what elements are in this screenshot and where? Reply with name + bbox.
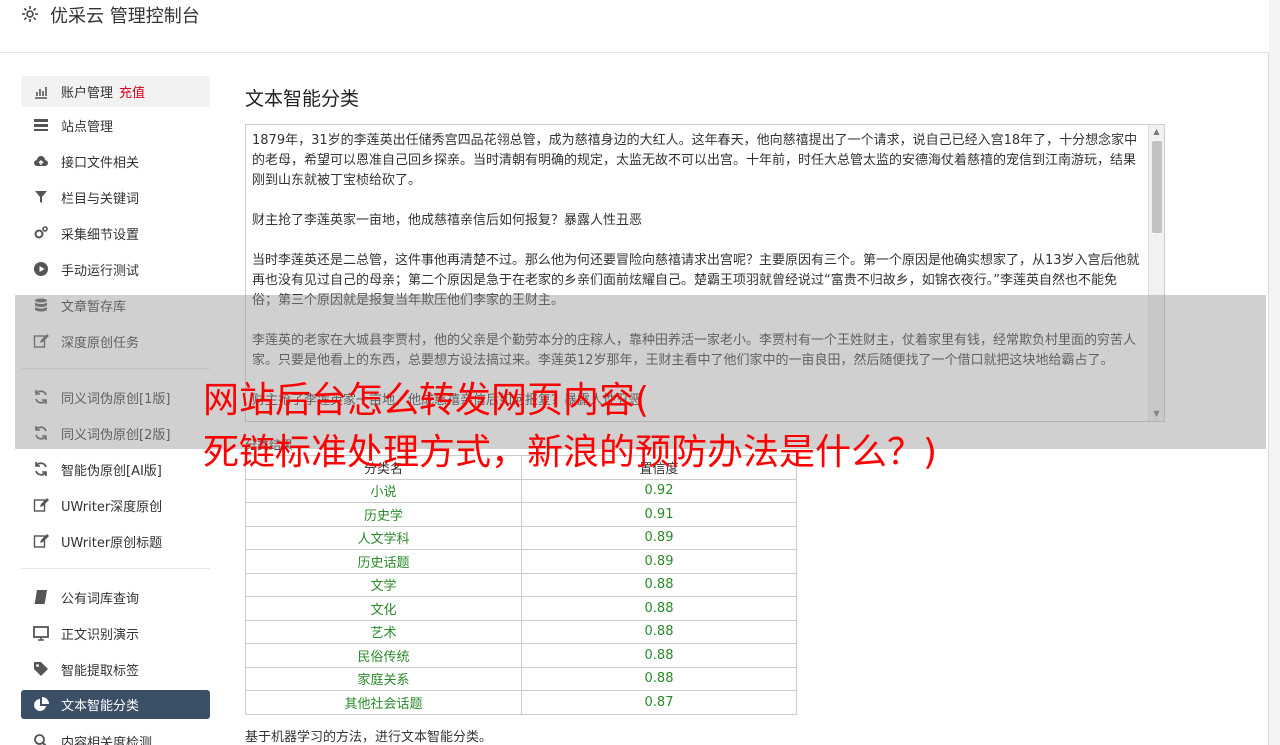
sidebar-item-relevance[interactable]: 内容相关度检测: [21, 723, 210, 745]
score-cell: 0.89: [521, 549, 797, 574]
server-icon: [33, 117, 49, 133]
cloud-upload-icon: [33, 153, 49, 169]
scrollbar-thumb[interactable]: [1152, 141, 1162, 233]
category-cell: 小说: [245, 478, 522, 503]
sidebar-item-label: UWriter深度原创: [61, 499, 163, 515]
edit-icon: [33, 497, 49, 513]
table-row: 民俗传统 0.88: [245, 643, 797, 668]
score-cell: 0.88: [521, 619, 797, 644]
sidebar-item-columns-keywords[interactable]: 栏目与关键词: [21, 179, 210, 215]
table-row: 其他社会话题 0.87: [245, 690, 797, 715]
sidebar-item-label: 账户管理: [61, 86, 114, 101]
category-cell: 民俗传统: [245, 643, 522, 668]
sidebar-item-manual-run[interactable]: 手动运行测试: [21, 251, 210, 287]
book-icon: [33, 589, 49, 605]
category-cell: 艺术: [245, 619, 522, 644]
sidebar-item-label: 公有词库查询: [61, 591, 140, 607]
score-cell: 0.88: [521, 643, 797, 668]
table-row: 家庭关系 0.88: [245, 666, 797, 691]
score-cell: 0.88: [521, 572, 797, 597]
sidebar-item-label: 手动运行测试: [61, 263, 140, 279]
sidebar-item-sites[interactable]: 站点管理: [21, 107, 210, 143]
category-cell: 历史话题: [245, 549, 522, 574]
footer-note: 基于机器学习的方法，进行文本智能分类。: [245, 730, 493, 745]
sidebar-item-label: 接口文件相关: [61, 155, 140, 171]
search-icon: [33, 733, 49, 745]
gears-icon: [33, 225, 49, 241]
sidebar-item-label: 内容相关度检测: [61, 735, 153, 745]
overlay-headline: 网站后台怎么转发网页内容( 死链标准处理方式，新浪的预防办法是什么？): [203, 375, 937, 479]
category-cell: 文化: [245, 596, 522, 621]
sidebar-item-account[interactable]: 账户管理 充值: [21, 76, 210, 107]
paragraph: 财主抢了李莲英家一亩地，他成慈禧亲信后如何报复？暴露人性丑恶: [252, 213, 643, 228]
sidebar-item-api-files[interactable]: 接口文件相关: [21, 143, 210, 179]
page-title: 文本智能分类: [245, 88, 360, 110]
refresh-icon: [33, 461, 49, 477]
monitor-icon: [33, 625, 49, 641]
sidebar-item-public-lexicon[interactable]: 公有词库查询: [21, 579, 210, 615]
sidebar-divider: [21, 568, 210, 569]
category-cell: 历史学: [245, 502, 522, 527]
table-row: 历史话题 0.89: [245, 549, 797, 574]
headline-line-2: 死链标准处理方式，新浪的预防办法是什么？): [203, 432, 938, 473]
score-cell: 0.91: [521, 502, 797, 527]
sidebar-item-label: 文本智能分类: [61, 699, 140, 714]
gear-icon[interactable]: [20, 4, 40, 24]
sidebar-item-collect-settings[interactable]: 采集细节设置: [21, 215, 210, 251]
paragraph: 1879年，31岁的李莲英出任储秀宫四品花翎总管，成为慈禧身边的大红人。这年春天…: [252, 133, 1138, 188]
score-cell: 0.88: [521, 666, 797, 691]
sidebar-item-label: 智能伪原创[AI版]: [61, 463, 162, 479]
pie-chart-icon: [33, 696, 49, 713]
sidebar-item-label: 站点管理: [61, 119, 114, 135]
table-row: 文化 0.88: [245, 596, 797, 621]
sidebar-item-tag-extract[interactable]: 智能提取标签: [21, 651, 210, 687]
category-cell: 其他社会话题: [245, 690, 522, 715]
sidebar-item-text-classify[interactable]: 文本智能分类: [21, 690, 210, 719]
table-row: 人文学科 0.89: [245, 525, 797, 550]
scroll-up-arrow-icon[interactable]: ▲: [1149, 125, 1164, 139]
category-cell: 文学: [245, 572, 522, 597]
classification-table: 分类名 置信度 小说 0.92 历史学 0.91 人文学科 0.89 历史话题 0.89…: [245, 455, 797, 715]
sidebar-item-uwriter-title[interactable]: UWriter原创标题: [21, 523, 210, 559]
bar-chart-icon: [33, 84, 49, 100]
sidebar-item-label: UWriter原创标题: [61, 535, 163, 551]
sidebar-item-label: 正文识别演示: [61, 627, 140, 643]
sidebar-item-label: 采集细节设置: [61, 227, 140, 243]
table-row: 艺术 0.88: [245, 619, 797, 644]
sidebar-item-body-extract[interactable]: 正文识别演示: [21, 615, 210, 651]
score-cell: 0.87: [521, 690, 797, 715]
sidebar-item-ai-original[interactable]: 智能伪原创[AI版]: [21, 451, 210, 487]
tag-icon: [33, 661, 49, 677]
category-cell: 人文学科: [245, 525, 522, 550]
recharge-link[interactable]: 充值: [119, 82, 145, 101]
category-cell: 家庭关系: [245, 666, 522, 691]
sidebar-item-label: 智能提取标签: [61, 663, 140, 679]
headline-line-1: 网站后台怎么转发网页内容(: [203, 380, 650, 421]
edit-icon: [33, 533, 49, 549]
table-row: 文学 0.88: [245, 572, 797, 597]
top-bar: 优采云 管理控制台: [0, 0, 1269, 53]
sidebar-item-label: 栏目与关键词: [61, 191, 140, 207]
console-title: 优采云 管理控制台: [50, 6, 200, 27]
main-content: 文本智能分类 1879年，31岁的李莲英出任储秀宫四品花翎总管，成为慈禧身边的大…: [245, 84, 1165, 745]
table-row: 历史学 0.91: [245, 502, 797, 527]
play-circle-icon: [33, 261, 49, 277]
score-cell: 0.89: [521, 525, 797, 550]
score-cell: 0.92: [521, 478, 797, 503]
filter-icon: [33, 189, 49, 205]
score-cell: 0.88: [521, 596, 797, 621]
table-row: 小说 0.92: [245, 478, 797, 503]
sidebar-item-uwriter-deep[interactable]: UWriter深度原创: [21, 487, 210, 523]
